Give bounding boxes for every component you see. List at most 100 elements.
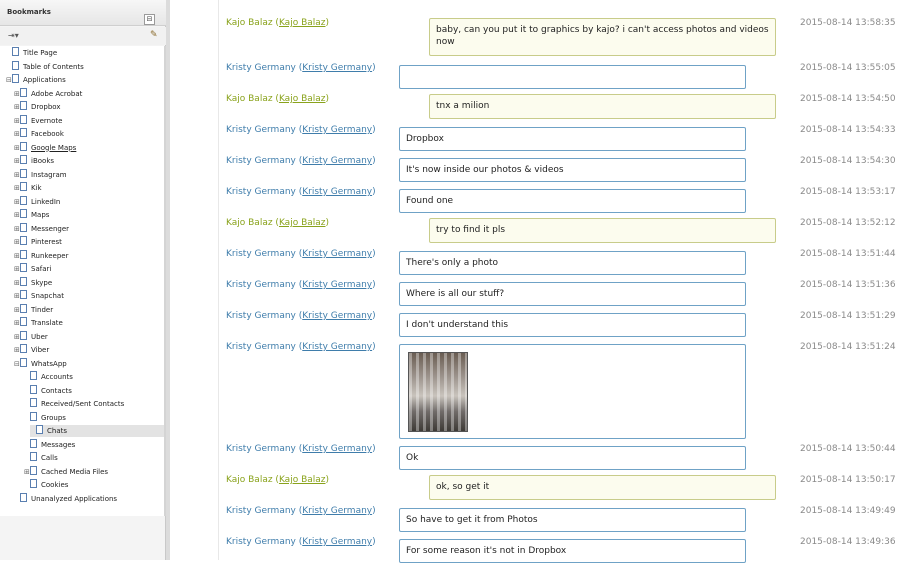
sidebar-item-tinder[interactable]: ⊞ Tinder — [0, 303, 53, 316]
sidebar-item-pinterest[interactable]: ⊞ Pinterest — [0, 236, 62, 248]
message-text: Found one — [406, 196, 454, 206]
sender-account-link[interactable]: Kristy Germany — [302, 156, 372, 166]
attached-photo-thumbnail[interactable] — [408, 352, 468, 432]
sidebar-item-skype[interactable]: ⊞ Skype — [0, 276, 53, 289]
message-timestamp: 2015-08-14 13:54:33 — [800, 125, 896, 135]
sidebar-item-cookies[interactable]: Cookies — [0, 479, 68, 491]
sender-account-link[interactable]: Kristy Germany — [302, 444, 372, 454]
sidebar-item-received-sent-contacts[interactable]: Received/Sent Contacts — [0, 398, 124, 410]
bookmark-page-icon — [20, 128, 27, 137]
message-row: Kristy Germany (Kristy Germany) For some … — [220, 537, 909, 567]
sidebar-item-applications[interactable]: ⊟ Applications — [0, 74, 66, 86]
sender-account-link[interactable]: Kristy Germany — [302, 537, 372, 547]
sidebar-item-snapchat[interactable]: ⊞ Snapchat — [0, 290, 64, 302]
message-timestamp: 2015-08-14 13:55:05 — [800, 63, 896, 73]
sender-account-link[interactable]: Kristy Germany — [302, 311, 372, 321]
sender-account-link[interactable]: Kristy Germany — [302, 280, 372, 290]
sender-account-link[interactable]: Kajo Balaz — [279, 18, 326, 28]
message-text: ok, so get it — [436, 482, 490, 492]
sender-account-link[interactable]: Kajo Balaz — [279, 94, 326, 104]
sender-name: Kristy Germany — [226, 506, 296, 516]
sidebar-item-runkeeper[interactable]: ⊞ Runkeeper — [0, 249, 68, 262]
bookmark-page-icon — [30, 384, 37, 394]
sidebar-item-groups[interactable]: Groups — [0, 411, 66, 424]
sidebar-item-messages[interactable]: Messages — [0, 438, 75, 451]
bookmark-page-icon — [30, 371, 37, 380]
message-bubble: There's only a photo — [399, 251, 746, 275]
sidebar-item-adobe-acrobat[interactable]: ⊞ Adobe Acrobat — [0, 87, 83, 100]
message-sender: Kristy Germany (Kristy Germany) — [226, 311, 376, 321]
paren-close: ) — [372, 537, 376, 547]
sidebar-item-label: Skype — [31, 278, 53, 287]
sidebar-item-label: Groups — [41, 413, 66, 422]
sidebar-item-viber[interactable]: ⊞ Viber — [0, 344, 49, 356]
bookmark-page-icon — [20, 222, 27, 232]
sidebar-item-instagram[interactable]: ⊞ Instagram — [0, 168, 67, 181]
bookmark-page-icon — [20, 290, 27, 299]
message-text: Where is all our stuff? — [406, 289, 505, 299]
sidebar-item-whatsapp[interactable]: ⊟ WhatsApp — [0, 357, 67, 370]
sidebar-item-label: Google Maps — [31, 143, 77, 152]
panel-options-button[interactable]: ⊟ — [144, 14, 155, 25]
bookmark-page-icon — [36, 425, 43, 434]
sidebar-item-label: WhatsApp — [31, 359, 67, 368]
sidebar-item-kik[interactable]: ⊞ Kik — [0, 182, 42, 194]
sender-account-link[interactable]: Kristy Germany — [302, 342, 372, 352]
bookmark-options-icon[interactable]: ⇥▾ — [8, 31, 19, 40]
bookmark-page-icon — [20, 141, 27, 151]
sidebar-item-label: Adobe Acrobat — [31, 89, 83, 98]
sender-name: Kristy Germany — [226, 342, 296, 352]
sidebar-item-title-page[interactable]: Title Page — [0, 47, 57, 59]
sender-account-link[interactable]: Kajo Balaz — [279, 475, 326, 485]
sidebar-item-dropbox[interactable]: ⊞ Dropbox — [0, 101, 61, 113]
sidebar-item-messenger[interactable]: ⊞ Messenger — [0, 222, 69, 235]
sidebar-item-calls[interactable]: Calls — [0, 452, 58, 464]
sidebar-item-linkedin[interactable]: ⊞ LinkedIn — [0, 195, 60, 208]
image-message-bubble — [399, 344, 746, 439]
message-row: Kristy Germany (Kristy Germany) There's o… — [220, 249, 909, 279]
message-sender: Kristy Germany (Kristy Germany) — [226, 63, 376, 73]
sender-name: Kristy Germany — [226, 187, 296, 197]
sender-account-link[interactable]: Kristy Germany — [302, 125, 372, 135]
bookmark-page-icon — [20, 303, 27, 313]
sidebar-item-label: Cached Media Files — [41, 467, 109, 476]
sidebar-item-ibooks[interactable]: ⊞ iBooks — [0, 155, 54, 167]
bookmark-page-icon — [30, 479, 37, 488]
sender-name: Kajo Balaz — [226, 218, 273, 228]
bookmark-page-icon — [20, 168, 27, 178]
sidebar-item-evernote[interactable]: ⊞ Evernote — [0, 114, 62, 127]
message-timestamp: 2015-08-14 13:53:17 — [800, 187, 896, 197]
bookmark-page-icon — [20, 209, 27, 218]
paren-close: ) — [372, 280, 376, 290]
sidebar-item-table-of-contents[interactable]: Table of Contents — [0, 60, 84, 73]
sidebar-item-uber[interactable]: ⊞ Uber — [0, 330, 48, 343]
edit-bookmark-icon[interactable]: ✎ — [150, 30, 158, 40]
sidebar-item-chats[interactable]: Chats — [30, 425, 164, 437]
bookmark-page-icon — [12, 60, 19, 70]
message-row: Kristy Germany (Kristy Germany) Where is … — [220, 280, 909, 310]
sender-account-link[interactable]: Kristy Germany — [302, 63, 372, 73]
sidebar-item-unanalyzed-applications[interactable]: Unanalyzed Applications — [0, 492, 117, 505]
sender-name: Kristy Germany — [226, 249, 296, 259]
sender-account-link[interactable]: Kristy Germany — [302, 506, 372, 516]
sender-name: Kajo Balaz — [226, 94, 273, 104]
message-sender: Kristy Germany (Kristy Germany) — [226, 444, 376, 454]
sidebar-item-label: Safari — [31, 265, 52, 273]
sidebar-item-label: Facebook — [31, 130, 64, 138]
sender-account-link[interactable]: Kristy Germany — [302, 187, 372, 197]
sidebar-item-contacts[interactable]: Contacts — [0, 384, 72, 397]
bookmark-page-icon — [20, 357, 27, 367]
sidebar-item-google-maps[interactable]: ⊞ Google Maps — [0, 141, 77, 154]
sidebar-item-accounts[interactable]: Accounts — [0, 371, 73, 383]
paren-close: ) — [372, 311, 376, 321]
sender-account-link[interactable]: Kajo Balaz — [279, 218, 326, 228]
sidebar-item-translate[interactable]: ⊞ Translate — [0, 317, 63, 329]
sidebar-item-cached-media-files[interactable]: ⊞ Cached Media Files — [0, 465, 109, 478]
sidebar-item-safari[interactable]: ⊞ Safari — [0, 263, 51, 275]
sidebar-item-maps[interactable]: ⊞ Maps — [0, 209, 49, 221]
bookmark-tree: Title Page Table of Contents ⊟ Applications… — [0, 46, 164, 516]
sender-account-link[interactable]: Kristy Germany — [302, 249, 372, 259]
message-row: Kajo Balaz (Kajo Balaz) ok, so get it 2015… — [220, 475, 909, 505]
sidebar-item-facebook[interactable]: ⊞ Facebook — [0, 128, 64, 140]
panel-splitter[interactable] — [166, 0, 170, 560]
